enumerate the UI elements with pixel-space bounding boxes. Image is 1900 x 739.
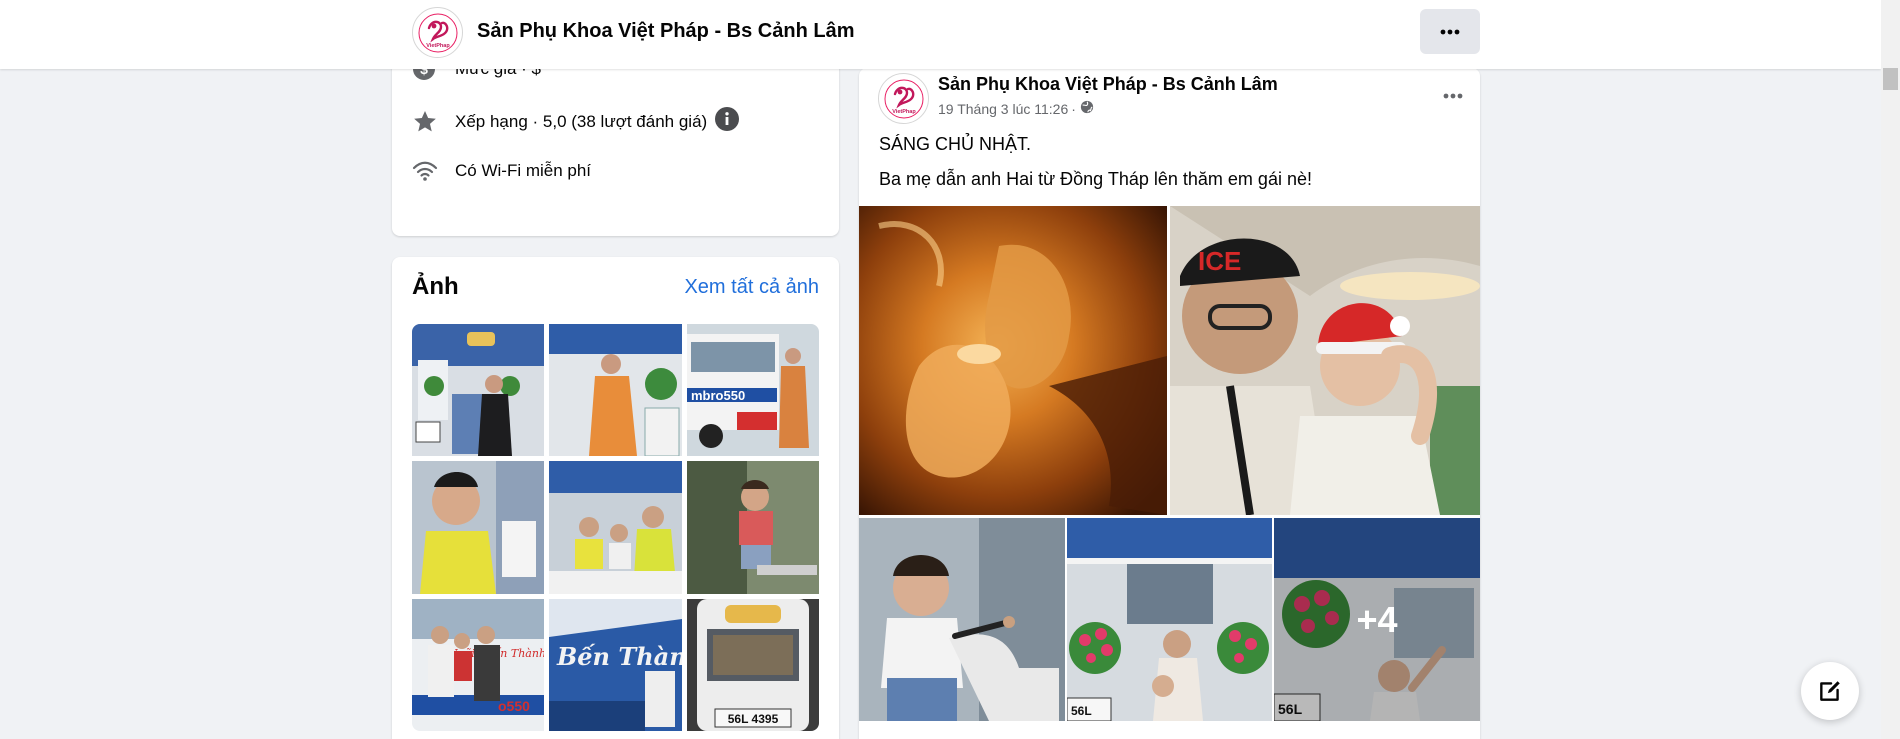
post-meta: 19 Tháng 3 lúc 11:26 · [938,100,1094,117]
compose-icon [1820,681,1840,701]
post-card: VietPhap Sản Phụ Khoa Việt Pháp - Bs Cản… [859,68,1480,739]
page-header: VietPhap Sản Phụ Khoa Việt Pháp - Bs Cản… [0,0,1881,69]
photo-thumbnail[interactable] [549,324,682,456]
svg-text:mbro550: mbro550 [691,388,745,403]
photos-heading: Ảnh [412,273,459,300]
info-icon[interactable] [715,107,740,136]
vietphap-logo-icon: VietPhap [884,79,923,118]
page-more-button[interactable] [1420,9,1480,54]
post-photo-more[interactable]: 56L +4 [1274,518,1480,721]
more-dots-icon [1443,93,1463,99]
wifi-row: Có Wi-Fi miễn phí [412,159,599,183]
photo-thumbnail[interactable] [412,461,544,594]
post-text-line-1: SÁNG CHỦ NHẬT. [879,134,1032,154]
globe-icon[interactable] [1080,100,1094,117]
rating-label: Xếp hạng · 5,0 (38 lượt đánh giá) [455,111,708,131]
post-photo-mother-baby[interactable]: 56L [1067,518,1272,721]
wifi-label: Có Wi-Fi miễn phí [455,161,592,180]
post-timestamp[interactable]: 19 Tháng 3 lúc 11:26 [938,101,1068,117]
photo-thumbnail[interactable]: 56L 4395 [687,599,819,731]
more-photos-count[interactable]: +4 [1274,518,1480,721]
photo-grid: mbro550 Thành o550 Bến Thà 56L 4395 [412,324,819,731]
svg-text:ICE: ICE [1198,246,1241,276]
scrollbar-thumb[interactable] [1883,68,1898,90]
page-logo[interactable]: VietPhap [412,7,463,58]
more-dots-icon [1440,29,1460,34]
photo-thumbnail[interactable] [549,461,682,594]
post-author[interactable]: Sản Phụ Khoa Việt Pháp - Bs Cảnh Lâm [938,74,1278,95]
svg-text:Bến Thành: Bến Thành [556,642,682,671]
post-photo-father-son[interactable]: ICE [1170,206,1480,515]
star-icon [412,110,444,134]
photo-thumbnail[interactable]: mbro550 [687,324,819,456]
rating-row: Xếp hạng · 5,0 (38 lượt đánh giá) [412,107,740,136]
vietphap-logo-icon: VietPhap [418,13,457,52]
photo-thumbnail[interactable] [412,324,544,456]
post-photo-boy-motorbike[interactable] [859,518,1065,721]
svg-text:56L: 56L [1071,704,1092,718]
photo-thumbnail[interactable]: Ngãi - Bến Thành o550 [412,599,544,731]
page-scrollbar[interactable] [1881,0,1900,739]
svg-text:VietPhap: VietPhap [892,109,916,115]
wifi-icon [412,159,444,183]
meta-separator: · [1071,100,1076,117]
svg-text:o550: o550 [498,698,530,714]
see-all-photos-link[interactable]: Xem tất cả ảnh [684,276,819,299]
photos-card: Ảnh Xem tất cả ảnh mbro550 Thành o550 Bế… [392,257,839,739]
photo-thumbnail[interactable]: Bến Thành [549,599,682,731]
post-avatar[interactable]: VietPhap [878,73,929,124]
post-options-button[interactable] [1435,78,1471,114]
photo-thumbnail[interactable] [687,461,819,594]
page-title[interactable]: Sản Phụ Khoa Việt Pháp - Bs Cảnh Lâm [477,20,854,43]
post-photo-ultrasound[interactable] [859,206,1167,515]
new-message-button[interactable] [1801,662,1859,720]
svg-text:VietPhap: VietPhap [426,43,450,49]
intro-card: $ Mức giá · $ Xếp hạng · 5,0 (38 lượt đá… [392,40,839,236]
svg-text:56L 4395: 56L 4395 [728,712,779,726]
post-media: ICE 56L 56L +4 [859,206,1480,721]
post-text-line-2: Ba mẹ dẫn anh Hai từ Đồng Tháp lên thăm … [879,169,1312,189]
